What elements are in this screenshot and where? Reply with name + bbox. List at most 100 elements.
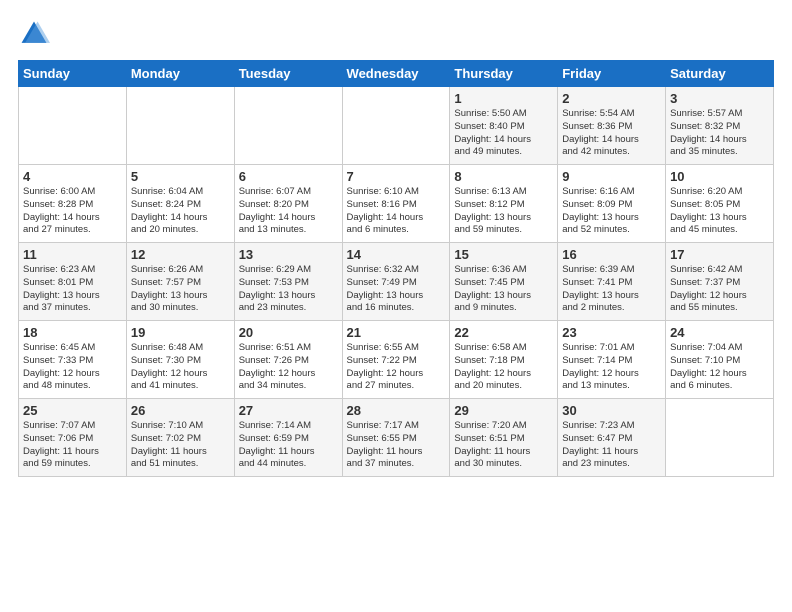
day-info: Sunrise: 7:10 AM Sunset: 7:02 PM Dayligh…	[131, 420, 230, 471]
day-number: 28	[347, 403, 446, 418]
day-number: 27	[239, 403, 338, 418]
day-info: Sunrise: 7:01 AM Sunset: 7:14 PM Dayligh…	[562, 342, 661, 393]
day-info: Sunrise: 6:45 AM Sunset: 7:33 PM Dayligh…	[23, 342, 122, 393]
day-number: 17	[670, 247, 769, 262]
day-number: 29	[454, 403, 553, 418]
calendar-table: SundayMondayTuesdayWednesdayThursdayFrid…	[18, 60, 774, 477]
day-info: Sunrise: 6:36 AM Sunset: 7:45 PM Dayligh…	[454, 264, 553, 315]
column-header-monday: Monday	[126, 61, 234, 87]
day-info: Sunrise: 7:04 AM Sunset: 7:10 PM Dayligh…	[670, 342, 769, 393]
column-header-thursday: Thursday	[450, 61, 558, 87]
day-number: 23	[562, 325, 661, 340]
day-cell: 1Sunrise: 5:50 AM Sunset: 8:40 PM Daylig…	[450, 87, 558, 165]
day-cell: 17 Sunrise: 6:42 AM Sunset: 7:37 PM Dayli…	[666, 243, 774, 321]
day-info: Sunrise: 6:32 AM Sunset: 7:49 PM Dayligh…	[347, 264, 446, 315]
day-info: Sunrise: 5:57 AM Sunset: 8:32 PM Dayligh…	[670, 108, 769, 159]
day-cell: 14 Sunrise: 6:32 AM Sunset: 7:49 PM Dayli…	[342, 243, 450, 321]
day-cell: 21 Sunrise: 6:55 AM Sunset: 7:22 PM Dayli…	[342, 321, 450, 399]
day-number: 13	[239, 247, 338, 262]
day-cell: 10 Sunrise: 6:20 AM Sunset: 8:05 PM Dayli…	[666, 165, 774, 243]
day-number: 11	[23, 247, 122, 262]
day-number: 26	[131, 403, 230, 418]
day-number: 2	[562, 91, 661, 106]
day-cell: 29 Sunrise: 7:20 AM Sunset: 6:51 PM Dayli…	[450, 399, 558, 477]
column-header-friday: Friday	[558, 61, 666, 87]
day-number: 24	[670, 325, 769, 340]
day-cell: 2 Sunrise: 5:54 AM Sunset: 8:36 PM Daylig…	[558, 87, 666, 165]
day-number: 6	[239, 169, 338, 184]
column-header-wednesday: Wednesday	[342, 61, 450, 87]
day-number: 10	[670, 169, 769, 184]
day-info: Sunrise: 6:20 AM Sunset: 8:05 PM Dayligh…	[670, 186, 769, 237]
column-header-saturday: Saturday	[666, 61, 774, 87]
day-cell: 4 Sunrise: 6:00 AM Sunset: 8:28 PM Daylig…	[19, 165, 127, 243]
column-header-sunday: Sunday	[19, 61, 127, 87]
week-row-1: 1Sunrise: 5:50 AM Sunset: 8:40 PM Daylig…	[19, 87, 774, 165]
logo	[18, 18, 54, 50]
day-cell: 23 Sunrise: 7:01 AM Sunset: 7:14 PM Dayli…	[558, 321, 666, 399]
day-cell: 11 Sunrise: 6:23 AM Sunset: 8:01 PM Dayli…	[19, 243, 127, 321]
day-cell: 28 Sunrise: 7:17 AM Sunset: 6:55 PM Dayli…	[342, 399, 450, 477]
day-info: Sunrise: 6:55 AM Sunset: 7:22 PM Dayligh…	[347, 342, 446, 393]
day-info: Sunrise: 7:20 AM Sunset: 6:51 PM Dayligh…	[454, 420, 553, 471]
day-info: Sunrise: 7:14 AM Sunset: 6:59 PM Dayligh…	[239, 420, 338, 471]
day-number: 25	[23, 403, 122, 418]
day-info: Sunrise: 6:16 AM Sunset: 8:09 PM Dayligh…	[562, 186, 661, 237]
day-number: 8	[454, 169, 553, 184]
header-row: SundayMondayTuesdayWednesdayThursdayFrid…	[19, 61, 774, 87]
day-info: Sunrise: 6:42 AM Sunset: 7:37 PM Dayligh…	[670, 264, 769, 315]
day-number: 19	[131, 325, 230, 340]
day-info: Sunrise: 5:54 AM Sunset: 8:36 PM Dayligh…	[562, 108, 661, 159]
day-cell: 30 Sunrise: 7:23 AM Sunset: 6:47 PM Dayli…	[558, 399, 666, 477]
day-number: 15	[454, 247, 553, 262]
logo-icon	[18, 18, 50, 50]
day-number: 3	[670, 91, 769, 106]
day-cell: 24 Sunrise: 7:04 AM Sunset: 7:10 PM Dayli…	[666, 321, 774, 399]
day-info: Sunrise: 6:23 AM Sunset: 8:01 PM Dayligh…	[23, 264, 122, 315]
day-cell: 7 Sunrise: 6:10 AM Sunset: 8:16 PM Daylig…	[342, 165, 450, 243]
day-cell: 25 Sunrise: 7:07 AM Sunset: 7:06 PM Dayli…	[19, 399, 127, 477]
day-info: Sunrise: 6:04 AM Sunset: 8:24 PM Dayligh…	[131, 186, 230, 237]
day-cell: 6 Sunrise: 6:07 AM Sunset: 8:20 PM Daylig…	[234, 165, 342, 243]
day-number: 7	[347, 169, 446, 184]
day-number: 21	[347, 325, 446, 340]
column-header-tuesday: Tuesday	[234, 61, 342, 87]
day-cell: 22 Sunrise: 6:58 AM Sunset: 7:18 PM Dayli…	[450, 321, 558, 399]
header	[18, 18, 774, 50]
day-cell	[234, 87, 342, 165]
day-info: Sunrise: 7:07 AM Sunset: 7:06 PM Dayligh…	[23, 420, 122, 471]
week-row-4: 18Sunrise: 6:45 AM Sunset: 7:33 PM Dayli…	[19, 321, 774, 399]
day-cell: 27 Sunrise: 7:14 AM Sunset: 6:59 PM Dayli…	[234, 399, 342, 477]
day-cell	[19, 87, 127, 165]
day-info: Sunrise: 6:26 AM Sunset: 7:57 PM Dayligh…	[131, 264, 230, 315]
day-number: 16	[562, 247, 661, 262]
day-info: Sunrise: 6:00 AM Sunset: 8:28 PM Dayligh…	[23, 186, 122, 237]
day-info: Sunrise: 6:58 AM Sunset: 7:18 PM Dayligh…	[454, 342, 553, 393]
day-cell: 13 Sunrise: 6:29 AM Sunset: 7:53 PM Dayli…	[234, 243, 342, 321]
day-number: 30	[562, 403, 661, 418]
week-row-3: 11 Sunrise: 6:23 AM Sunset: 8:01 PM Dayli…	[19, 243, 774, 321]
day-info: Sunrise: 6:10 AM Sunset: 8:16 PM Dayligh…	[347, 186, 446, 237]
day-info: Sunrise: 7:17 AM Sunset: 6:55 PM Dayligh…	[347, 420, 446, 471]
day-info: Sunrise: 6:07 AM Sunset: 8:20 PM Dayligh…	[239, 186, 338, 237]
day-cell: 8 Sunrise: 6:13 AM Sunset: 8:12 PM Daylig…	[450, 165, 558, 243]
day-info: Sunrise: 6:29 AM Sunset: 7:53 PM Dayligh…	[239, 264, 338, 315]
day-number: 4	[23, 169, 122, 184]
day-info: Sunrise: 6:51 AM Sunset: 7:26 PM Dayligh…	[239, 342, 338, 393]
day-number: 14	[347, 247, 446, 262]
day-number: 12	[131, 247, 230, 262]
day-cell: 9Sunrise: 6:16 AM Sunset: 8:09 PM Daylig…	[558, 165, 666, 243]
day-info: Sunrise: 6:48 AM Sunset: 7:30 PM Dayligh…	[131, 342, 230, 393]
day-number: 5	[131, 169, 230, 184]
day-info: Sunrise: 6:13 AM Sunset: 8:12 PM Dayligh…	[454, 186, 553, 237]
day-cell: 19 Sunrise: 6:48 AM Sunset: 7:30 PM Dayli…	[126, 321, 234, 399]
day-cell: 18Sunrise: 6:45 AM Sunset: 7:33 PM Dayli…	[19, 321, 127, 399]
day-number: 22	[454, 325, 553, 340]
day-number: 20	[239, 325, 338, 340]
day-cell: 20 Sunrise: 6:51 AM Sunset: 7:26 PM Dayli…	[234, 321, 342, 399]
day-cell: 15 Sunrise: 6:36 AM Sunset: 7:45 PM Dayli…	[450, 243, 558, 321]
day-cell	[666, 399, 774, 477]
day-info: Sunrise: 7:23 AM Sunset: 6:47 PM Dayligh…	[562, 420, 661, 471]
page: SundayMondayTuesdayWednesdayThursdayFrid…	[0, 0, 792, 487]
day-cell: 26 Sunrise: 7:10 AM Sunset: 7:02 PM Dayli…	[126, 399, 234, 477]
